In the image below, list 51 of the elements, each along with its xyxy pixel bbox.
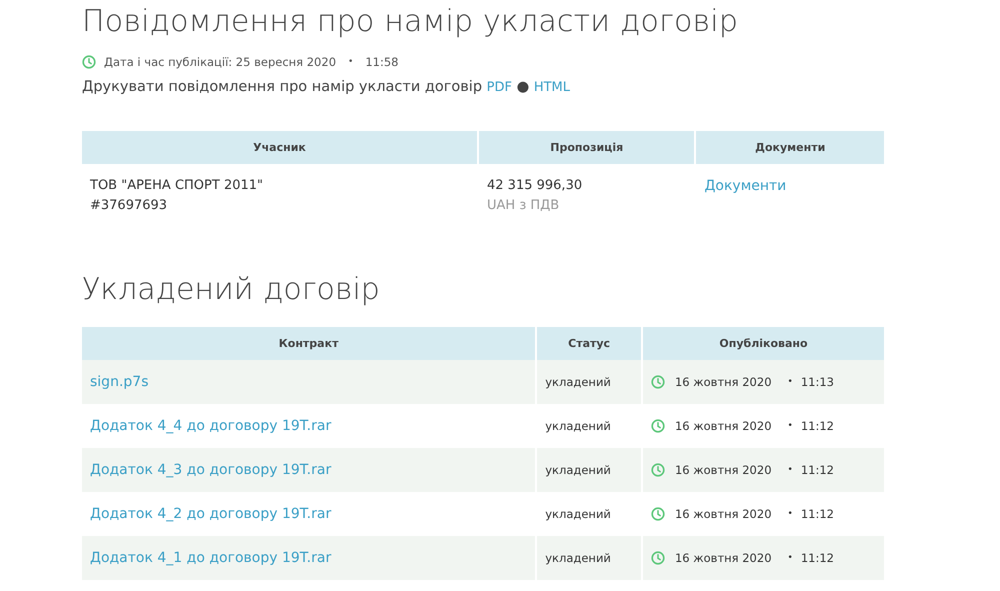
published-date: 16 жовтня 2020 bbox=[674, 375, 772, 389]
documents-link[interactable]: Документи bbox=[704, 178, 786, 194]
file-link[interactable]: sign.p7s bbox=[90, 374, 148, 390]
separator-dot: • bbox=[788, 509, 793, 519]
status-text: укладений bbox=[545, 463, 611, 477]
status-text: укладений bbox=[545, 419, 611, 433]
column-header: Учасник bbox=[82, 131, 477, 164]
published-date: 16 жовтня 2020 bbox=[674, 507, 772, 521]
published-time: 11:12 bbox=[800, 507, 834, 521]
published-time: 11:12 bbox=[800, 551, 834, 565]
published-date: 16 жовтня 2020 bbox=[674, 551, 772, 565]
clock-icon bbox=[650, 375, 665, 389]
section-heading: Укладений договір bbox=[82, 272, 381, 307]
print-link[interactable]: PDF bbox=[486, 80, 512, 95]
print-link[interactable]: HTML bbox=[534, 80, 570, 95]
column-header: Документи bbox=[696, 131, 884, 164]
clock-icon bbox=[650, 507, 665, 521]
separator-dot: • bbox=[788, 377, 793, 387]
status-text: укладений bbox=[545, 507, 611, 521]
clock-icon bbox=[650, 551, 665, 565]
clock-icon bbox=[650, 463, 665, 477]
separator-dot: ● bbox=[516, 79, 530, 95]
separator-dot: • bbox=[348, 57, 354, 67]
published-time: 11:12 bbox=[800, 463, 834, 477]
column-header: Пропозиція bbox=[479, 131, 694, 164]
published-time: 11:12 bbox=[800, 419, 834, 433]
separator-dot: • bbox=[788, 421, 793, 431]
page-title: Повідомлення про намір укласти договір bbox=[82, 3, 740, 39]
file-link[interactable]: Додаток 4_3 до договору 19T.rar bbox=[90, 462, 332, 478]
publication-date: Дата і час публікації: 25 вересня 2020 bbox=[104, 55, 336, 69]
currency-note: UAH з ПДВ bbox=[487, 197, 560, 215]
clock-icon bbox=[650, 419, 665, 433]
separator-dot: • bbox=[788, 465, 793, 475]
column-header: Опубліковано bbox=[642, 327, 884, 360]
file-link[interactable]: Додаток 4_1 до договору 19T.rar bbox=[90, 550, 332, 566]
published-time: 11:13 bbox=[800, 375, 834, 389]
column-header: Контракт bbox=[82, 327, 536, 360]
print-label: Друкувати повідомлення про намір укласти договір bbox=[82, 79, 482, 95]
published-date: 16 жовтня 2020 bbox=[674, 463, 772, 477]
file-link[interactable]: Додаток 4_2 до договору 19T.rar bbox=[90, 506, 332, 522]
bid-amount: 42 315 996,30 bbox=[487, 177, 584, 195]
status-text: укладений bbox=[545, 375, 611, 389]
separator-dot: • bbox=[788, 553, 793, 563]
published-date: 16 жовтня 2020 bbox=[674, 419, 772, 433]
status-text: укладений bbox=[545, 551, 611, 565]
clock-icon bbox=[82, 55, 96, 69]
publication-time: 11:58 bbox=[365, 55, 398, 69]
column-header: Статус bbox=[537, 327, 641, 360]
participant-code: #37697693 bbox=[90, 197, 168, 215]
file-link[interactable]: Додаток 4_4 до договору 19T.rar bbox=[90, 418, 332, 434]
participant-name: ТОВ "АРЕНА СПОРТ 2011" bbox=[90, 177, 264, 195]
